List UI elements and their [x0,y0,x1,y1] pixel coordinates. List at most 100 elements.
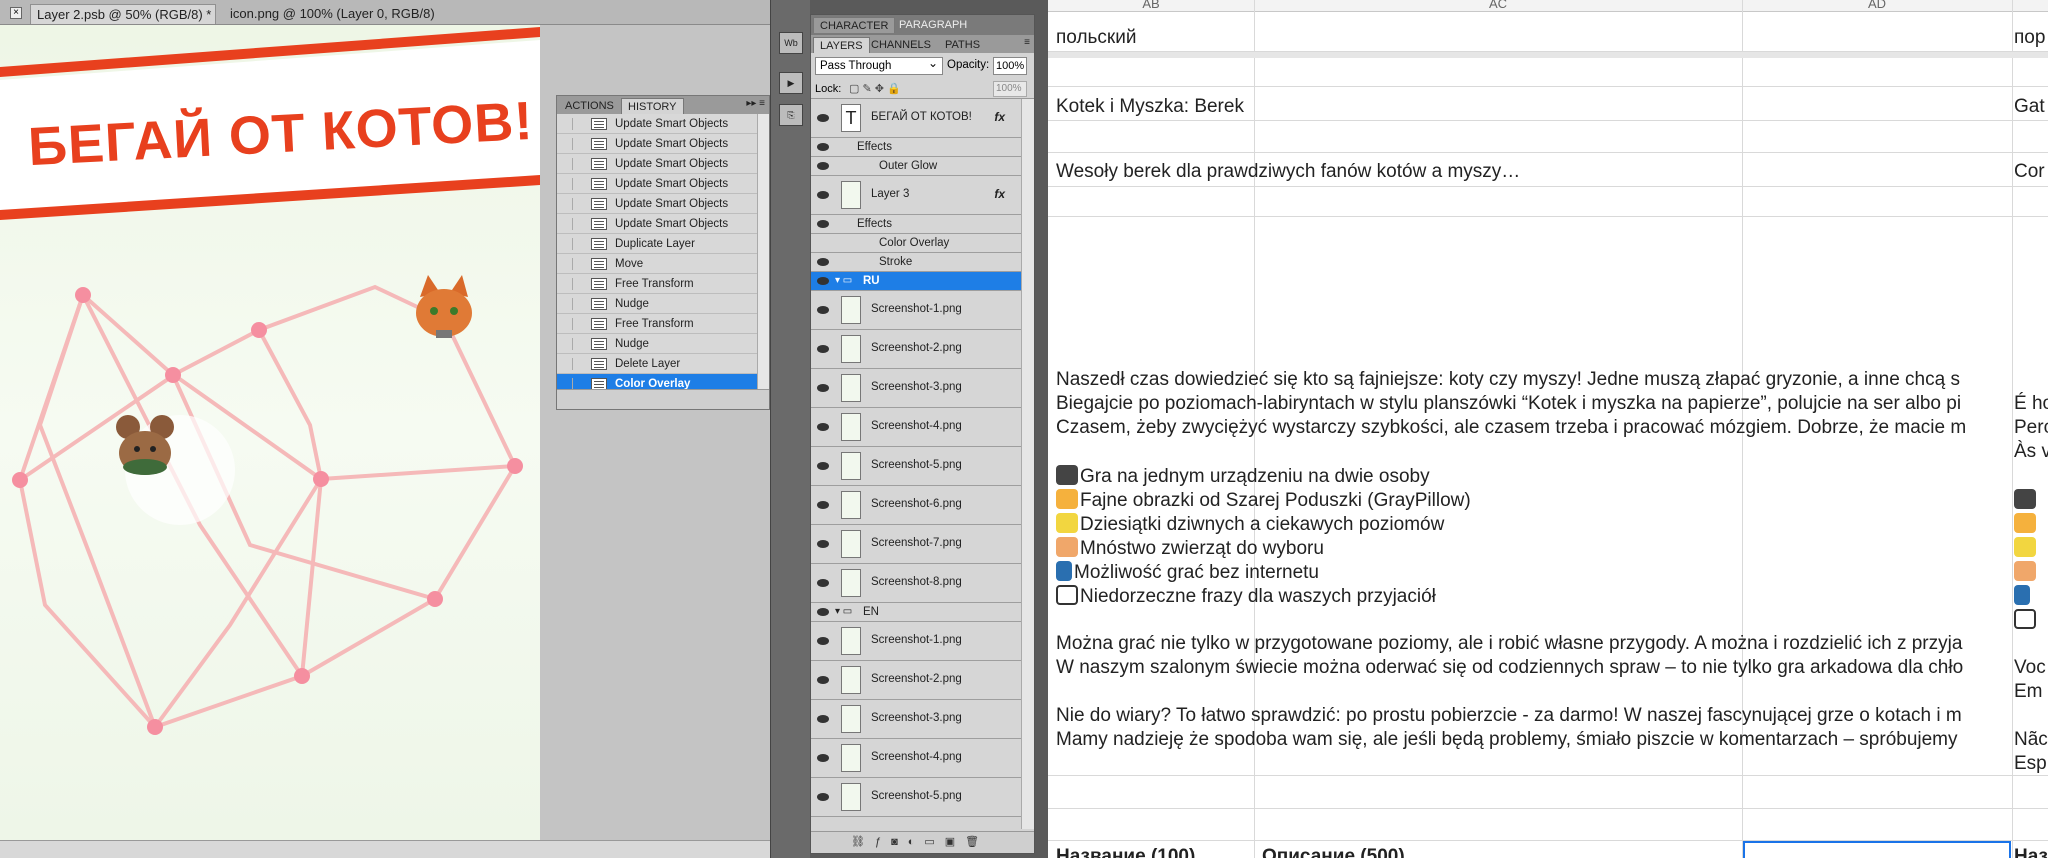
cell-description-header[interactable]: Описание (500) [1262,846,1405,858]
tab-character[interactable]: CHARACTER [813,17,896,33]
snapshot-checkbox[interactable] [563,218,573,230]
history-item[interactable]: Update Smart Objects [557,194,757,214]
layer-row[interactable]: Screenshot-1.png [811,291,1021,330]
snapshot-checkbox[interactable] [563,258,573,270]
visibility-eye-icon[interactable] [817,306,829,314]
layer-effect-row[interactable]: Outer Glow [811,157,1021,176]
snapshot-checkbox[interactable] [563,318,573,330]
snapshot-checkbox[interactable] [563,198,573,210]
snapshot-checkbox[interactable] [563,278,573,290]
visibility-eye-icon[interactable] [817,258,829,266]
layer-group-row[interactable]: ▾ ▭ RU [811,272,1021,291]
visibility-eye-icon[interactable] [817,501,829,509]
layer-row[interactable]: Screenshot-7.png [811,525,1021,564]
tab-paragraph[interactable]: PARAGRAPH [893,17,973,33]
folder-icon[interactable]: ▾ ▭ [835,275,852,286]
visibility-eye-icon[interactable] [817,220,829,228]
selected-cell[interactable] [1743,841,2011,858]
folder-icon[interactable]: ▾ ▭ [835,606,852,617]
layer-row[interactable]: Screenshot-8.png [811,564,1021,603]
snapshot-checkbox[interactable] [563,118,573,130]
mini-bridge-icon[interactable]: Wb [779,32,803,54]
layer-row[interactable]: Layer 3 fx [811,176,1021,215]
history-item[interactable]: Free Transform [557,274,757,294]
snapshot-checkbox[interactable] [563,178,573,190]
visibility-eye-icon[interactable] [817,754,829,762]
tab-channels[interactable]: CHANNELS [865,37,937,53]
cell-title[interactable]: Kotek i Myszka: Berek [1056,96,1244,118]
layer-effect-row[interactable]: Effects [811,138,1021,157]
history-item[interactable]: Update Smart Objects [557,214,757,234]
layer-row[interactable]: Screenshot-3.png [811,369,1021,408]
visibility-eye-icon[interactable] [817,462,829,470]
canvas-area[interactable]: БЕГАЙ ОТ КОТОВ! ACTIONS HISTORY ▸▸ ≡ Upd… [0,25,770,840]
history-item[interactable]: Update Smart Objects [557,174,757,194]
visibility-eye-icon[interactable] [817,162,829,170]
cell-language-ae[interactable]: пор [2014,27,2045,49]
layer-action-icons[interactable]: ⛓ƒ◙◐▭▣🗑 [851,835,989,848]
layer-row[interactable]: Screenshot-2.png [811,330,1021,369]
visibility-eye-icon[interactable] [817,608,829,616]
layer-row[interactable]: Screenshot-5.png [811,447,1021,486]
tab-paths[interactable]: PATHS [939,37,986,53]
layer-row[interactable]: Screenshot-2.png [811,661,1021,700]
cell-short-description-ae[interactable]: Cor [2014,161,2045,183]
history-item[interactable]: Update Smart Objects [557,154,757,174]
history-item[interactable]: Update Smart Objects [557,134,757,154]
fill-input[interactable]: 100% [993,81,1027,97]
layer-effects-icon[interactable]: fx [994,110,1005,124]
play-icon[interactable]: ▶ [779,72,803,94]
tab-icon-png[interactable]: icon.png @ 100% (Layer 0, RGB/8) × [224,4,444,43]
layer-row[interactable]: Screenshot-6.png [811,486,1021,525]
column-header-ac[interactable]: AC [1254,0,1742,11]
layer-row[interactable]: Screenshot-1.png [811,622,1021,661]
visibility-eye-icon[interactable] [817,715,829,723]
column-header-ad[interactable]: AD [1742,0,2012,11]
visibility-eye-icon[interactable] [817,637,829,645]
panel-menu-icon[interactable]: ≡ [1024,37,1030,48]
layer-row[interactable]: Screenshot-4.png [811,739,1021,778]
panel-menu-icon[interactable]: ▸▸ ≡ [746,98,765,109]
visibility-eye-icon[interactable] [817,384,829,392]
snapshot-checkbox[interactable] [563,138,573,150]
visibility-eye-icon[interactable] [817,191,829,199]
visibility-eye-icon[interactable] [817,345,829,353]
layer-row[interactable]: Screenshot-5.png [811,778,1021,817]
visibility-eye-icon[interactable] [817,277,829,285]
history-item[interactable]: Delete Layer [557,354,757,374]
layer-group-row[interactable]: ▾ ▭ EN [811,603,1021,622]
layer-row[interactable]: Screenshot-3.png [811,700,1021,739]
visibility-eye-icon[interactable] [817,114,829,122]
history-dock-icon[interactable]: ⎘ [779,104,803,126]
lock-icons[interactable]: ▢ ✎ ✥ 🔒 [849,82,901,95]
visibility-eye-icon[interactable] [817,423,829,431]
snapshot-checkbox[interactable] [563,298,573,310]
history-item[interactable]: Duplicate Layer [557,234,757,254]
visibility-eye-icon[interactable] [817,540,829,548]
history-item[interactable]: Nudge [557,294,757,314]
visibility-eye-icon[interactable] [817,579,829,587]
opacity-input[interactable]: 100% [993,57,1027,75]
layer-effect-row[interactable]: Stroke [811,253,1021,272]
history-item[interactable]: Free Transform [557,314,757,334]
snapshot-checkbox[interactable] [563,158,573,170]
tab-actions[interactable]: ACTIONS [559,98,620,114]
layers-scrollbar[interactable] [1021,99,1034,829]
blend-mode-select[interactable]: Pass Through [815,55,943,75]
tab-history[interactable]: HISTORY [621,98,684,114]
close-icon[interactable]: × [10,7,22,19]
horizontal-scrollbar[interactable] [0,840,770,858]
cell-language[interactable]: польский [1056,27,1136,49]
game-artwork[interactable]: БЕГАЙ ОТ КОТОВ! [0,25,540,840]
tab-layer2-psb[interactable]: Layer 2.psb @ 50% (RGB/8) * × [30,4,216,44]
cell-name-header-ae[interactable]: Наз [2014,846,2048,858]
cell-short-description[interactable]: Wesoły berek dla prawdziwych fanów kotów… [1056,161,1520,183]
history-item[interactable]: Update Smart Objects [557,114,757,134]
cell-name-header[interactable]: Название (100) [1056,846,1195,858]
layer-row[interactable]: T БЕГАЙ ОТ КОТОВ! fx [811,99,1021,138]
snapshot-checkbox[interactable] [563,238,573,250]
visibility-eye-icon[interactable] [817,676,829,684]
layer-effect-row[interactable]: Color Overlay [811,234,1021,253]
layer-effects-icon[interactable]: fx [994,187,1005,201]
tab-layers[interactable]: LAYERS [813,37,870,53]
